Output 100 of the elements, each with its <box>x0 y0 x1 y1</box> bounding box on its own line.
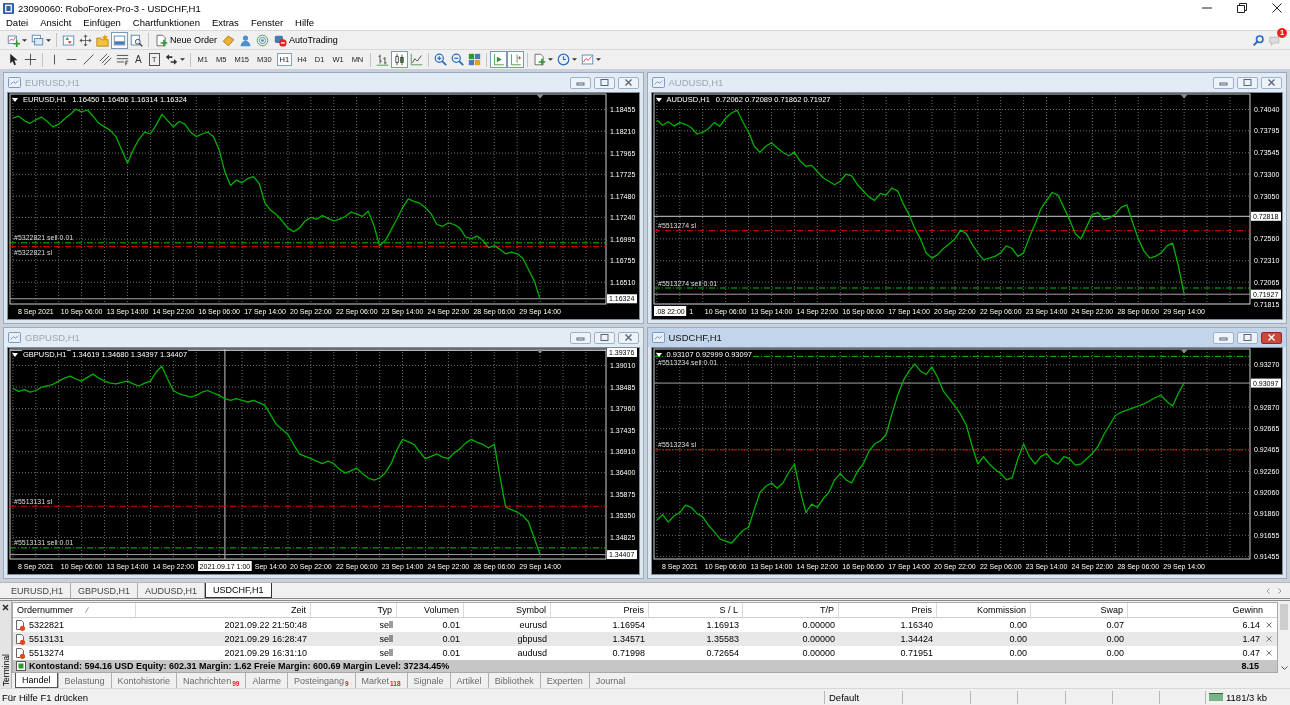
chart-shift-icon[interactable] <box>507 51 525 68</box>
menu-item[interactable]: Ansicht <box>34 17 78 29</box>
caret-icon[interactable] <box>179 58 185 61</box>
chart-tab[interactable]: EURUSD,H1 <box>4 583 71 598</box>
column-header[interactable]: Zeit <box>136 603 311 617</box>
zoom-out-icon[interactable] <box>451 53 465 66</box>
move-arrows-icon[interactable] <box>79 33 92 47</box>
autotrading-button[interactable]: AutoTrading <box>272 31 340 49</box>
line-chart-icon[interactable] <box>410 53 424 66</box>
column-header[interactable]: Ordernummer <box>17 603 73 617</box>
triangle-icon[interactable] <box>655 97 662 102</box>
menu-item[interactable]: Einfügen <box>77 17 127 29</box>
caret-icon[interactable] <box>46 38 51 42</box>
table-cell-text: 1.34571 <box>611 634 646 644</box>
new-order-button[interactable]: Neue Order <box>153 31 220 49</box>
scrollbar-thumb[interactable] <box>1280 604 1288 630</box>
close-button[interactable] <box>617 331 639 344</box>
document-plus-icon[interactable] <box>533 53 547 66</box>
caret-icon[interactable] <box>22 38 27 42</box>
clock-icon[interactable] <box>557 53 571 66</box>
person-icon[interactable] <box>239 33 253 47</box>
diamond-icon[interactable] <box>222 33 236 47</box>
triangle-icon[interactable] <box>12 352 18 357</box>
column-header[interactable]: T/P <box>743 603 839 617</box>
column-header[interactable]: Swap <box>1031 603 1128 617</box>
cursor-icon[interactable] <box>7 53 20 66</box>
close-icon[interactable] <box>1272 3 1282 13</box>
menu-item[interactable]: Datei <box>0 17 35 29</box>
column-header[interactable]: Preis <box>839 603 937 617</box>
caret-icon[interactable] <box>572 58 578 61</box>
terminal-tab[interactable]: Artikel <box>449 673 488 688</box>
arrows-icon[interactable] <box>164 53 178 66</box>
close-button[interactable] <box>1261 76 1282 89</box>
maximize-icon <box>1243 334 1252 341</box>
menu-item[interactable]: Extras <box>205 17 245 29</box>
terminal-tab[interactable]: Belastung <box>57 673 111 688</box>
terminal-tab[interactable]: Experten <box>539 673 589 688</box>
table-cell-text: 0.71951 <box>899 648 934 658</box>
search-icon[interactable] <box>1252 33 1265 47</box>
terminal-tab[interactable]: Kontohistorie <box>110 673 177 688</box>
rings-icon[interactable] <box>256 33 270 47</box>
chart-tab[interactable]: USDCHF,H1 <box>205 583 272 598</box>
zoom-in-icon[interactable] <box>434 53 448 66</box>
minimize-icon <box>1219 79 1228 86</box>
menu-item[interactable]: Fenster <box>244 17 290 29</box>
column-header[interactable]: Symbol <box>464 603 551 617</box>
quote-window-icon[interactable] <box>62 33 75 47</box>
crosshair-icon[interactable] <box>24 53 37 66</box>
table-cell-text: 0.00 <box>1105 648 1125 658</box>
panel-title: Terminal <box>0 653 11 686</box>
label-tool-button[interactable]: T <box>148 53 160 66</box>
column-header[interactable]: Preis <box>551 603 649 617</box>
bar-chart-icon[interactable] <box>376 53 390 66</box>
play-chart-icon[interactable] <box>490 51 508 68</box>
column-header[interactable]: S / L <box>649 603 743 617</box>
menu-item[interactable]: Chartfunktionen <box>126 17 206 29</box>
column-header[interactable]: Volumen <box>397 603 464 617</box>
panel-window-icon[interactable] <box>111 31 128 49</box>
candlestick-icon[interactable] <box>391 51 409 68</box>
triangle-icon[interactable] <box>655 352 662 357</box>
table-cell-text: 0.00 <box>1105 634 1125 644</box>
stacked-windows-icon[interactable] <box>31 33 44 47</box>
table-cell-text: 0.00000 <box>801 634 836 644</box>
terminal-tab[interactable]: Journal <box>588 673 632 688</box>
close-button[interactable] <box>617 76 639 89</box>
tile-windows-icon[interactable] <box>468 53 482 66</box>
scrollbar[interactable] <box>1278 602 1290 673</box>
trend-line-icon[interactable] <box>82 53 95 66</box>
chart-window-icon <box>8 332 21 343</box>
window-title: GBPUSD,H1 <box>25 332 80 343</box>
close-icon[interactable] <box>2 604 9 611</box>
caret-icon[interactable] <box>596 58 602 61</box>
terminal-tab[interactable]: Alarme <box>245 673 287 688</box>
chart-plus-icon[interactable] <box>7 33 20 47</box>
chart-window-icon <box>651 77 665 88</box>
triangle-icon[interactable] <box>12 97 18 102</box>
chart-tab[interactable]: GBPUSD,H1 <box>71 583 139 598</box>
maximize-button[interactable] <box>593 76 615 89</box>
column-header[interactable]: Typ <box>311 603 397 617</box>
maximize-button[interactable] <box>1237 76 1258 89</box>
terminal-tab[interactable]: Signale <box>406 673 450 688</box>
text-tool-button[interactable]: A <box>134 53 143 66</box>
terminal-tab[interactable]: Handel <box>15 673 58 688</box>
maximize-button[interactable] <box>1237 331 1258 344</box>
menu-item[interactable]: Hilfe <box>289 17 321 29</box>
table-cell-text: gbpusd <box>516 634 548 644</box>
column-header[interactable]: Gewinn <box>1128 603 1277 617</box>
terminal-tab[interactable]: Bibliothek <box>487 673 540 688</box>
maximize-button[interactable] <box>593 331 615 344</box>
chevron-down-icon[interactable] <box>1280 666 1288 670</box>
star-folder-icon[interactable] <box>96 33 109 47</box>
table-cell-text: 0.00000 <box>801 648 836 658</box>
column-header[interactable]: Kommission <box>937 603 1031 617</box>
level-lines-icon[interactable] <box>116 53 129 66</box>
restore-icon[interactable] <box>1237 3 1247 13</box>
caret-icon[interactable] <box>548 58 554 61</box>
close-button[interactable] <box>1261 331 1282 344</box>
table-cell-text: sell <box>378 620 394 630</box>
parallel-lines-icon[interactable] <box>99 53 112 66</box>
magnifier-document-icon[interactable] <box>130 33 143 47</box>
